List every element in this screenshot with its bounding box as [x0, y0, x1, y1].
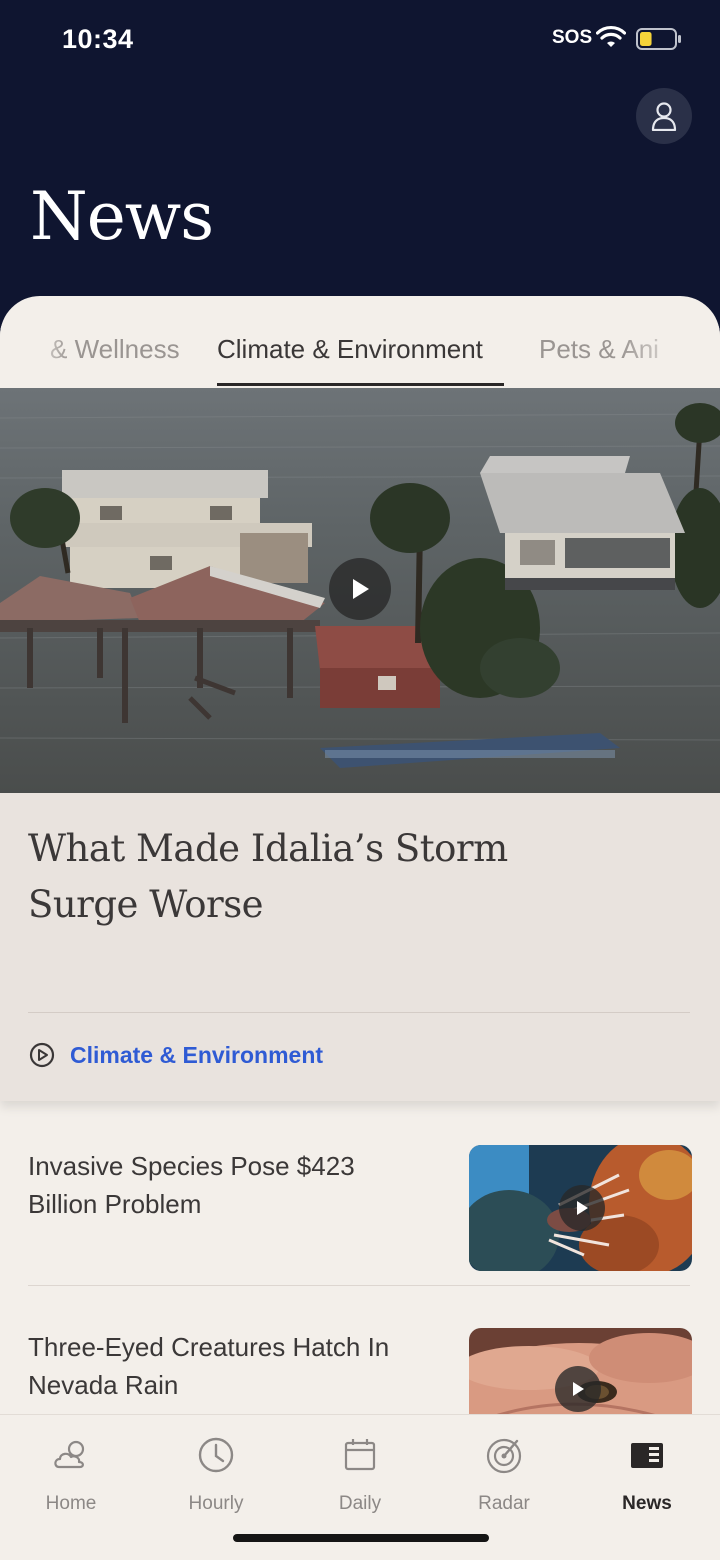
active-tab-indicator [217, 383, 504, 386]
radar-icon [486, 1438, 522, 1474]
tab-climate-environment[interactable]: Climate & Environment [217, 334, 483, 365]
tabbar-item-daily[interactable]: Daily [305, 1415, 415, 1525]
person-icon [651, 102, 677, 131]
news-sheet: & Wellness Climate & Environment Pets & … [0, 296, 720, 1560]
tabbar-label-hourly: Hourly [188, 1493, 244, 1514]
divider [28, 1285, 690, 1286]
list-item[interactable]: Invasive Species Pose $423 Billion Probl… [0, 1145, 720, 1327]
tabbar-label-radar: Radar [478, 1493, 530, 1514]
list-item-title[interactable]: Three-Eyed Creatures Hatch In Nevada Rai… [28, 1328, 428, 1404]
featured-category-label[interactable]: Climate & Environment [70, 1042, 323, 1069]
featured-article-title[interactable]: What Made Idalia’s Storm Surge Worse [28, 821, 588, 933]
tabbar-item-radar[interactable]: Radar [449, 1415, 559, 1525]
tabbar-label-daily: Daily [338, 1493, 382, 1514]
home-indicator[interactable] [233, 1534, 489, 1542]
tabbar-item-news[interactable]: News [592, 1415, 702, 1525]
play-circle-icon [29, 1042, 55, 1068]
list-item-play-button[interactable] [559, 1185, 605, 1231]
play-icon [573, 1382, 584, 1396]
profile-button[interactable] [636, 88, 692, 144]
featured-article-card[interactable]: What Made Idalia’s Storm Surge Worse Cli… [0, 793, 720, 1101]
featured-category[interactable]: Climate & Environment [28, 1041, 323, 1069]
cloud-sun-icon [54, 1440, 85, 1469]
news-icon [631, 1443, 663, 1468]
tabbar-label-news: News [622, 1493, 672, 1514]
featured-play-button[interactable] [329, 558, 391, 620]
list-item-thumbnail[interactable] [469, 1145, 692, 1271]
status-time: 10:34 [62, 24, 134, 54]
calendar-icon [344, 1439, 376, 1471]
tabbar-item-hourly[interactable]: Hourly [161, 1415, 271, 1525]
tabbar-item-home[interactable]: Home [16, 1415, 126, 1525]
divider [28, 1012, 690, 1013]
list-item-play-button[interactable] [555, 1366, 601, 1412]
tabbar-label-home: Home [45, 1493, 97, 1514]
page-title: News [30, 178, 214, 255]
play-icon [577, 1201, 588, 1215]
status-bar: 10:34 SOS [0, 0, 720, 80]
list-item-title[interactable]: Invasive Species Pose $423 Billion Probl… [28, 1147, 428, 1223]
battery-icon [636, 28, 681, 50]
status-sos: SOS [552, 27, 593, 48]
clock-icon [198, 1437, 234, 1473]
wifi-icon [596, 26, 626, 47]
category-tabs: & Wellness Climate & Environment Pets & … [0, 296, 720, 388]
play-icon [353, 579, 369, 599]
featured-video-thumbnail[interactable] [0, 388, 720, 793]
